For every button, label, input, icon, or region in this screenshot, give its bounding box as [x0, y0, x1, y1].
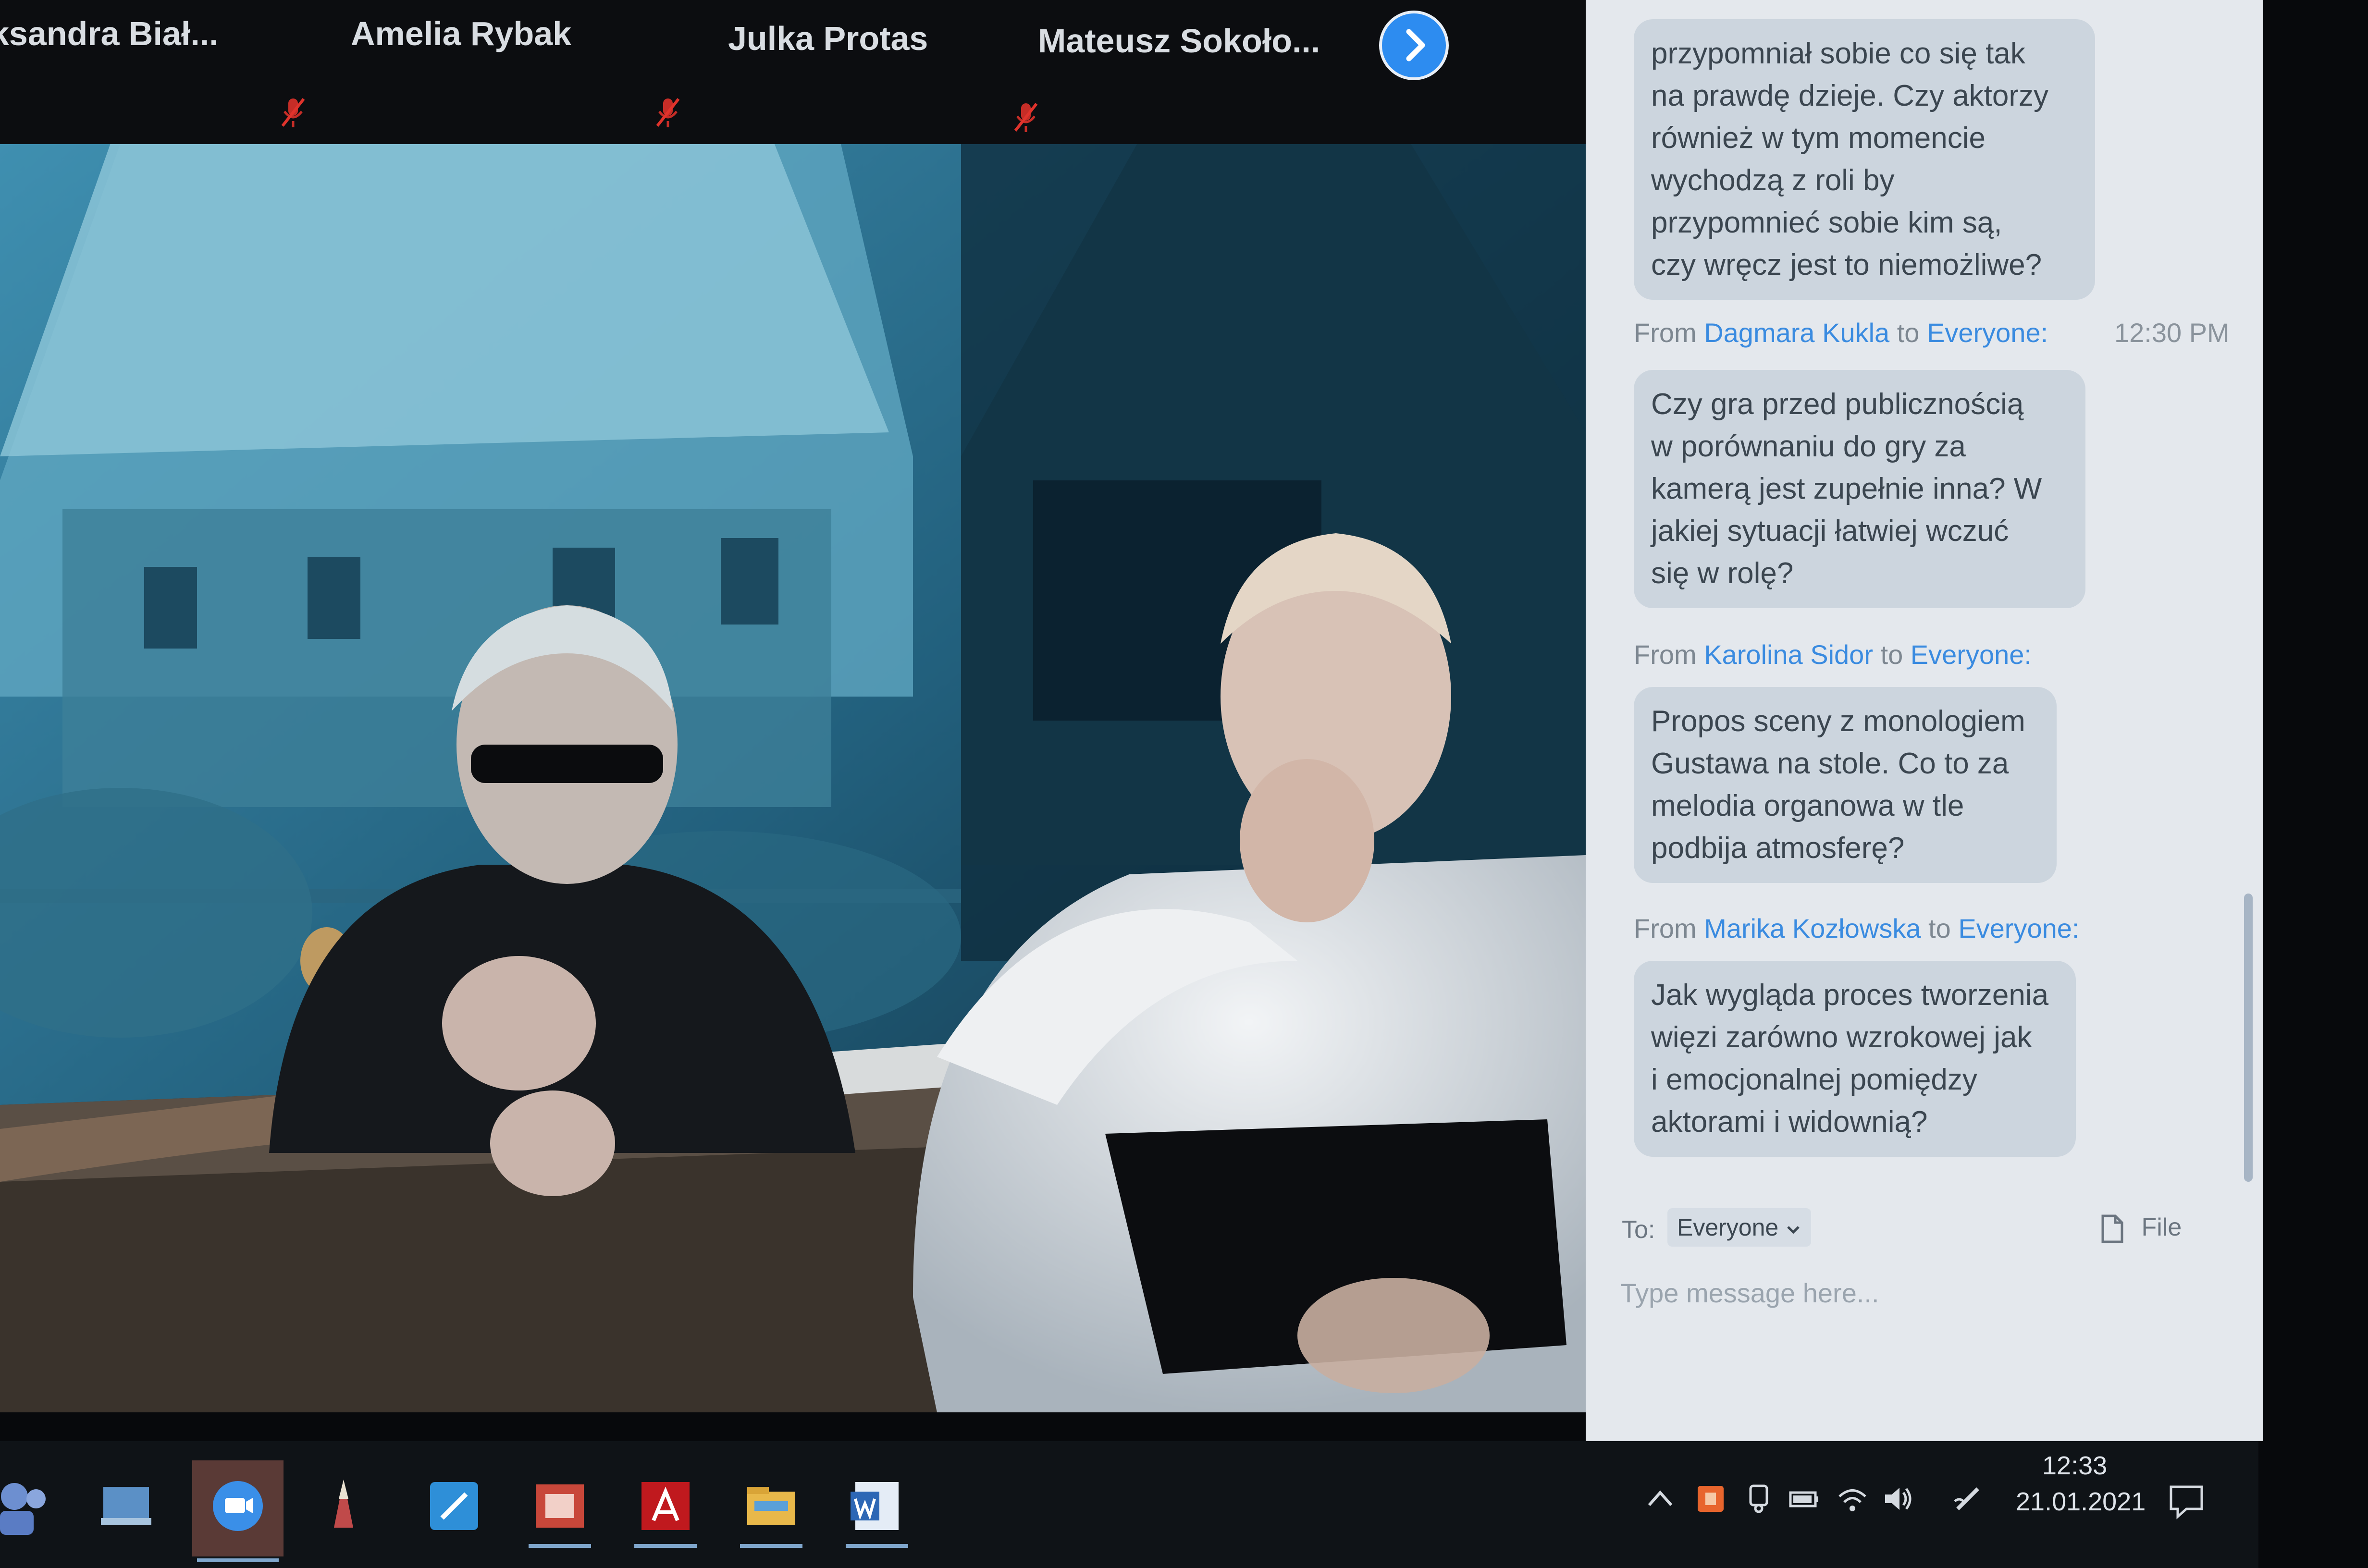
from-label: From [1634, 318, 1697, 348]
active-app-indicator [197, 1558, 279, 1562]
chat-message-bubble: Czy gra przed publicznością w porównaniu… [1634, 370, 2085, 608]
recipient-select[interactable]: Everyone [1667, 1208, 1812, 1247]
chat-message-input[interactable] [1619, 1268, 2217, 1317]
clock-time[interactable]: 12:33 [2042, 1451, 2107, 1481]
chevron-down-icon [1787, 1226, 1800, 1234]
to-label: to [1897, 318, 1920, 348]
notes-icon [430, 1482, 478, 1530]
powerpoint-icon [536, 1484, 584, 1528]
taskbar-app-teams[interactable] [0, 1470, 58, 1542]
mic-muted-icon [656, 98, 680, 127]
chat-scrollbar[interactable] [2244, 894, 2253, 1182]
theatre-stage-video-image [0, 144, 1586, 1412]
participant-name: Amelia Rybak [351, 15, 572, 52]
word-icon [851, 1482, 899, 1530]
chevron-up-icon[interactable] [1643, 1482, 1677, 1516]
video-feed [0, 144, 1586, 1412]
next-participants-button[interactable] [1379, 11, 1449, 80]
chat-message-bubble: przypomniał sobie co się tak na prawdę d… [1634, 19, 2095, 300]
file-icon [2101, 1214, 2123, 1243]
chat-message-header: From Karolina Sidor to Everyone: [1634, 639, 2032, 670]
windows-taskbar: 12:33 21.01.2021 [0, 1441, 2258, 1568]
wifi-icon[interactable] [1836, 1482, 1869, 1516]
chat-message-header: From Dagmara Kukla to Everyone: 12:30 PM [1634, 317, 2230, 348]
pencil-icon [334, 1480, 353, 1528]
mic-muted-icon [1014, 103, 1038, 132]
taskbar-app-file-explorer[interactable] [735, 1470, 807, 1548]
recipient-name: Everyone: [1910, 639, 2032, 670]
open-app-indicator [846, 1544, 908, 1548]
chevron-right-icon [1406, 29, 1425, 61]
participant-strip: ksandra Biał... Amelia Rybak Julka Prota… [0, 0, 1600, 144]
antivirus-icon[interactable] [1694, 1482, 1727, 1516]
battery-icon[interactable] [1788, 1482, 1821, 1516]
desktop-icon [101, 1487, 151, 1525]
open-app-indicator [634, 1544, 697, 1548]
send-file-button[interactable]: File [2100, 1208, 2182, 1247]
message-timestamp: 12:30 PM [2114, 318, 2230, 348]
compose-to-label: To: [1622, 1216, 1655, 1244]
to-label: to [1880, 639, 1903, 670]
teams-icon [0, 1483, 46, 1535]
taskbar-app-desktop[interactable] [89, 1470, 161, 1542]
sender-name[interactable]: Marika Kozłowska [1704, 913, 1921, 943]
zoom-icon [213, 1481, 263, 1531]
recipient-name: Everyone: [1927, 318, 2048, 348]
taskbar-app-acrobat[interactable] [629, 1470, 702, 1548]
file-explorer-icon [747, 1487, 795, 1525]
taskbar-app-pencil[interactable] [308, 1470, 380, 1542]
participant-name: ksandra Biał... [0, 15, 219, 52]
chat-message-bubble: Propos sceny z monologiem Gustawa na sto… [1634, 687, 2057, 883]
sender-name[interactable]: Dagmara Kukla [1704, 318, 1889, 348]
chat-message-bubble: Jak wygląda proces tworzenia więzi zarów… [1634, 961, 2076, 1157]
mic-muted-icon [281, 98, 305, 127]
taskbar-app-powerpoint[interactable] [524, 1470, 596, 1548]
clock-date[interactable]: 21.01.2021 [2016, 1487, 2146, 1517]
chat-message-text: przypomniał sobie co się tak na prawdę d… [1651, 37, 2049, 282]
device-icon[interactable] [1742, 1482, 1776, 1516]
from-label: From [1634, 639, 1697, 670]
to-label: to [1928, 913, 1951, 943]
recipient-select-value: Everyone [1677, 1214, 1779, 1241]
chat-message-text: Propos sceny z monologiem Gustawa na sto… [1651, 705, 2025, 865]
pen-icon[interactable] [1951, 1482, 1985, 1516]
open-app-indicator [529, 1544, 591, 1548]
chat-message-text: Jak wygląda proces tworzenia więzi zarów… [1651, 979, 2049, 1139]
sender-name[interactable]: Karolina Sidor [1704, 639, 1873, 670]
participant-name: Julka Protas [728, 20, 928, 57]
taskbar-app-word[interactable] [841, 1470, 913, 1548]
recipient-name: Everyone: [1958, 913, 2080, 943]
volume-icon[interactable] [1881, 1482, 1915, 1516]
chat-message-header: From Marika Kozłowska to Everyone: [1634, 913, 2079, 944]
open-app-indicator [740, 1544, 802, 1548]
file-button-label: File [2141, 1213, 2182, 1241]
from-label: From [1634, 913, 1697, 943]
chat-message-text: Czy gra przed publicznością w porównaniu… [1651, 388, 2042, 590]
participant-name: Mateusz Sokoło... [1038, 22, 1320, 60]
taskbar-app-notes[interactable] [418, 1470, 490, 1542]
notification-center-icon[interactable] [2167, 1482, 2206, 1520]
chat-panel: przypomniał sobie co się tak na prawdę d… [1586, 0, 2263, 1441]
acrobat-icon [641, 1482, 690, 1530]
taskbar-app-zoom[interactable] [192, 1460, 284, 1562]
